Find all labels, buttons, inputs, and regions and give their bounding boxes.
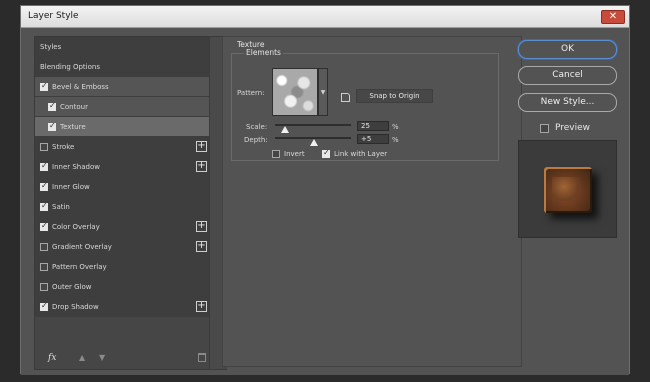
add-effect-icon[interactable]: + [196, 221, 207, 232]
move-up-icon[interactable]: ▲ [79, 353, 85, 362]
invert-label: Invert [284, 150, 305, 158]
style-preview [518, 140, 617, 238]
preview-label: Preview [555, 123, 591, 133]
style-item-inner-glow[interactable]: Inner Glow [35, 177, 209, 197]
style-checkbox[interactable] [40, 262, 48, 271]
ok-button[interactable]: OK [518, 40, 617, 59]
styles-panel: Styles Blending Options Bevel & Emboss Cont… [34, 36, 227, 370]
style-item-outer-glow[interactable]: Outer Glow [35, 277, 209, 297]
scale-input[interactable]: 25 [357, 121, 389, 131]
title-bar[interactable]: Layer Style ✕ [21, 6, 629, 28]
style-item-label: Texture [60, 122, 86, 131]
style-item-bevel-emboss[interactable]: Bevel & Emboss [35, 77, 209, 97]
trash-icon[interactable] [198, 353, 206, 362]
style-item-label: Satin [52, 202, 70, 211]
add-effect-icon[interactable]: + [196, 141, 207, 152]
preview-checkbox[interactable]: Preview [540, 123, 590, 133]
add-effect-icon[interactable]: + [196, 161, 207, 172]
style-item-label: Blending Options [40, 62, 100, 71]
scale-slider-track[interactable] [275, 124, 351, 126]
style-item-label: Stroke [52, 142, 75, 151]
depth-slider-track[interactable] [275, 137, 351, 139]
style-item-blending-options[interactable]: Blending Options [35, 57, 209, 77]
style-item-drop-shadow[interactable]: Drop Shadow + [35, 297, 209, 317]
dialog-body: Styles Blending Options Bevel & Emboss Cont… [21, 29, 629, 375]
pattern-dropdown-icon[interactable]: ▼ [318, 68, 328, 116]
preview-check[interactable] [540, 123, 549, 133]
style-checkbox[interactable] [40, 201, 48, 211]
style-item-label: Styles [40, 42, 62, 51]
style-checkbox[interactable] [48, 101, 56, 111]
pattern-swatch[interactable] [272, 68, 318, 116]
texture-panel: Texture Elements Pattern: ▼ Snap to Orig… [222, 36, 522, 367]
style-item-label: Color Overlay [52, 222, 100, 231]
close-button[interactable]: ✕ [601, 10, 625, 24]
depth-label: Depth: [244, 136, 268, 144]
style-item-label: Outer Glow [52, 282, 92, 291]
fx-icon[interactable]: fx [48, 353, 56, 363]
preview-thumbnail [544, 167, 592, 213]
style-checkbox[interactable] [40, 161, 48, 171]
style-checkbox[interactable] [40, 242, 48, 251]
style-item-styles[interactable]: Styles [35, 37, 209, 57]
style-item-color-overlay[interactable]: Color Overlay + [35, 217, 209, 237]
link-with-layer-label: Link with Layer [334, 150, 388, 158]
style-item-label: Inner Glow [52, 182, 90, 191]
scale-unit: % [392, 123, 399, 131]
style-item-label: Drop Shadow [52, 302, 99, 311]
style-item-stroke[interactable]: Stroke + [35, 137, 209, 157]
style-checkbox[interactable] [40, 81, 48, 91]
styles-footer: fx ▲ ▼ [35, 349, 209, 369]
link-with-layer-checkbox[interactable]: Link with Layer [322, 148, 388, 158]
move-down-icon[interactable]: ▼ [99, 353, 105, 362]
new-preset-icon[interactable] [341, 93, 350, 102]
add-effect-icon[interactable]: + [196, 301, 207, 312]
pattern-label: Pattern: [237, 89, 265, 97]
elements-group-title: Elements [244, 48, 283, 57]
depth-unit: % [392, 136, 399, 144]
invert-check[interactable] [272, 150, 280, 158]
style-item-label: Bevel & Emboss [52, 82, 109, 91]
snap-to-origin-button[interactable]: Snap to Origin [356, 89, 433, 103]
style-item-gradient-overlay[interactable]: Gradient Overlay + [35, 237, 209, 257]
style-item-label: Pattern Overlay [52, 262, 107, 271]
style-checkbox[interactable] [40, 301, 48, 311]
style-item-contour[interactable]: Contour [35, 97, 209, 117]
style-item-label: Inner Shadow [52, 162, 100, 171]
invert-checkbox[interactable]: Invert [272, 150, 305, 158]
style-item-label: Gradient Overlay [52, 242, 112, 251]
add-effect-icon[interactable]: + [196, 241, 207, 252]
layer-style-dialog: Layer Style ✕ Styles Blending Options Beve… [20, 5, 630, 375]
style-checkbox[interactable] [40, 221, 48, 231]
style-item-label: Contour [60, 102, 88, 111]
depth-input[interactable]: +5 [357, 134, 389, 144]
style-item-texture[interactable]: Texture [35, 117, 209, 137]
style-item-pattern-overlay[interactable]: Pattern Overlay [35, 257, 209, 277]
style-checkbox[interactable] [48, 121, 56, 131]
styles-list: Styles Blending Options Bevel & Emboss Cont… [35, 37, 209, 317]
link-with-layer-check[interactable] [322, 148, 330, 158]
style-item-inner-shadow[interactable]: Inner Shadow + [35, 157, 209, 177]
dialog-title: Layer Style [28, 11, 79, 21]
cancel-button[interactable]: Cancel [518, 66, 617, 85]
style-item-satin[interactable]: Satin [35, 197, 209, 217]
style-checkbox[interactable] [40, 142, 48, 151]
style-checkbox[interactable] [40, 282, 48, 291]
style-checkbox[interactable] [40, 181, 48, 191]
new-style-button[interactable]: New Style... [518, 93, 617, 112]
scale-label: Scale: [246, 123, 268, 131]
